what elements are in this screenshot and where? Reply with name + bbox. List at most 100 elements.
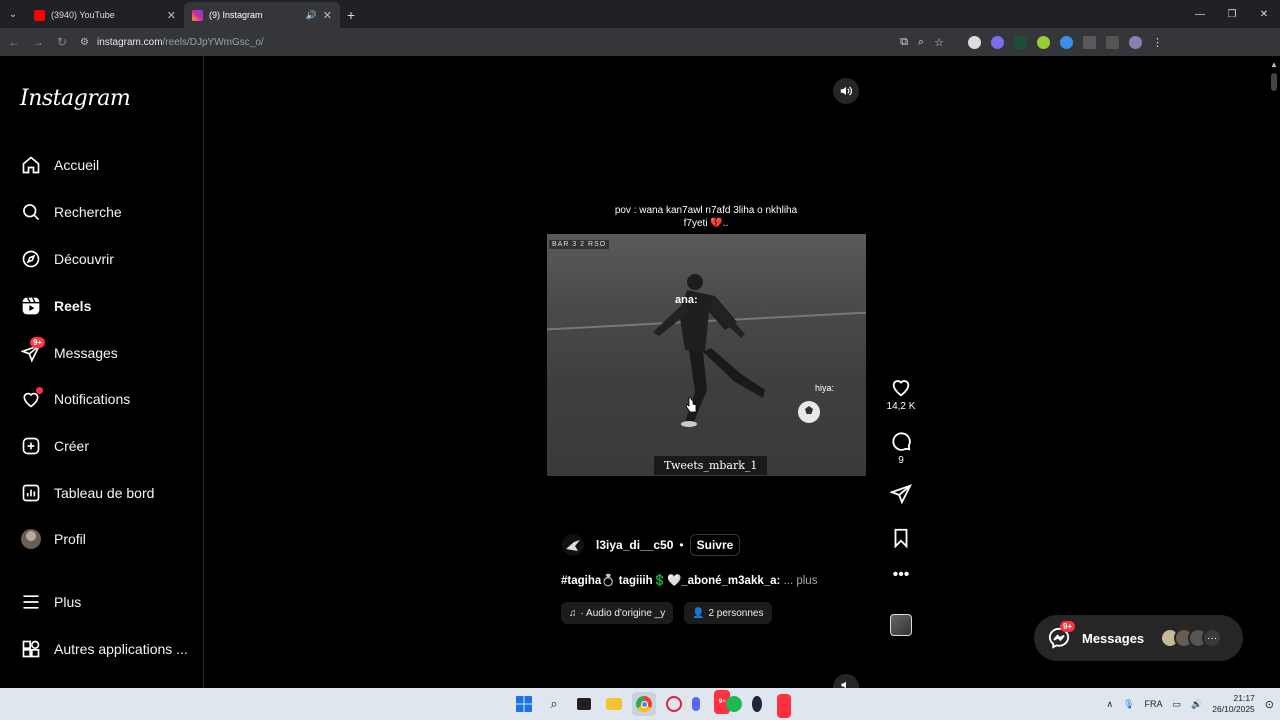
profile-avatar[interactable] bbox=[1129, 35, 1142, 49]
sidebar-item-messages[interactable]: 9+ Messages bbox=[20, 337, 118, 368]
reel-author: l3iya_di__c50 • Suivre bbox=[562, 532, 741, 558]
chrome-icon[interactable] bbox=[632, 692, 656, 716]
music-note-icon: ♫ bbox=[569, 607, 577, 619]
sidebar-item-tableau-de-bord[interactable]: Tableau de bord bbox=[20, 478, 154, 508]
share-button[interactable] bbox=[884, 483, 918, 505]
extension-icon[interactable] bbox=[1060, 35, 1073, 49]
more-options-icon[interactable]: ••• bbox=[884, 567, 918, 583]
tab-audio-icon[interactable]: 🔊 bbox=[306, 10, 317, 21]
caption-line: pov : wana kan7awl n7afd 3liha o nkhliha bbox=[614, 205, 798, 216]
tagged-people-chip[interactable]: 👤 2 personnes bbox=[684, 602, 772, 624]
comment-button[interactable]: 9 bbox=[884, 430, 918, 466]
reading-list-icon[interactable] bbox=[1106, 35, 1119, 49]
sidebar-item-label: Découvrir bbox=[54, 251, 114, 267]
browser-menu-icon[interactable]: ⋮ bbox=[1152, 36, 1163, 49]
tab-search-chevron-icon[interactable]: ⌄ bbox=[0, 0, 26, 28]
extension-icon[interactable] bbox=[991, 35, 1004, 49]
reload-icon[interactable]: ↻ bbox=[50, 30, 74, 54]
extensions-puzzle-icon[interactable] bbox=[1083, 35, 1096, 49]
clock[interactable]: 21:17 26/10/2025 bbox=[1212, 693, 1255, 715]
discord-icon[interactable]: 9+ bbox=[692, 690, 730, 716]
notification-center-icon[interactable]: ⊙ bbox=[1265, 698, 1274, 711]
file-explorer-icon[interactable] bbox=[602, 692, 626, 716]
football-player-figure bbox=[653, 274, 765, 427]
sidebar-item-decouvrir[interactable]: Découvrir bbox=[20, 244, 114, 274]
plus-square-icon bbox=[20, 435, 42, 457]
like-button[interactable]: 14,2 K bbox=[884, 376, 918, 412]
sidebar-item-label: Recherche bbox=[54, 204, 122, 220]
tab-instagram[interactable]: (9) Instagram 🔊 ✕ bbox=[184, 2, 340, 28]
sidebar-item-creer[interactable]: Créer bbox=[20, 431, 89, 461]
bookmark-star-icon[interactable]: ☆ bbox=[934, 36, 944, 49]
extension-icon[interactable] bbox=[1037, 35, 1050, 49]
instagram-sidebar: Instagram Accueil Recherche Découvrir Re… bbox=[0, 56, 204, 688]
close-window-icon[interactable]: ✕ bbox=[1248, 0, 1280, 28]
page-scrollbar[interactable]: ▲ bbox=[1268, 56, 1280, 688]
close-tab-icon[interactable]: ✕ bbox=[167, 9, 176, 22]
url-input[interactable]: ⚙ instagram.com/reels/DJpYWmGsc_o/ ⧉ ⌕ ☆ bbox=[80, 31, 950, 53]
clock-date: 26/10/2025 bbox=[1212, 704, 1255, 714]
sidebar-item-plus[interactable]: Plus bbox=[20, 587, 81, 617]
windows-start-icon[interactable] bbox=[512, 692, 536, 716]
save-button[interactable] bbox=[884, 527, 918, 549]
restore-icon[interactable]: ❐ bbox=[1216, 0, 1248, 28]
more-link[interactable]: ... plus bbox=[784, 575, 818, 587]
audio-chip[interactable]: ♫ · Audio d'origine _y bbox=[561, 602, 674, 624]
messages-badge: 9+ bbox=[1060, 621, 1076, 632]
sidebar-item-recherche[interactable]: Recherche bbox=[20, 197, 122, 227]
site-info-icon[interactable]: ⚙ bbox=[80, 37, 89, 48]
extension-icon[interactable] bbox=[1014, 35, 1027, 49]
browser-tab-bar: ⌄ (3940) YouTube ✕ (9) Instagram 🔊 ✕ + —… bbox=[0, 0, 1280, 28]
author-avatar[interactable] bbox=[562, 534, 584, 556]
url-path: /reels/DJpYWmGsc_o/ bbox=[162, 36, 264, 48]
close-tab-icon[interactable]: ✕ bbox=[323, 9, 332, 22]
unmute-button[interactable] bbox=[833, 78, 859, 104]
app-icon-red[interactable] bbox=[662, 692, 686, 716]
reels-icon bbox=[20, 295, 42, 317]
sidebar-item-profil[interactable]: Profil bbox=[20, 524, 86, 554]
reel-video[interactable]: BAR 3 2 RSO ana: hiya: Tweets_mbark_1 bbox=[547, 234, 866, 476]
sidebar-item-label: Accueil bbox=[54, 157, 100, 173]
audio-label: · Audio d'origine _y bbox=[580, 607, 666, 619]
sidebar-item-label: Notifications bbox=[54, 391, 131, 407]
follow-button[interactable]: Suivre bbox=[689, 534, 741, 556]
next-reel-unmute-button[interactable] bbox=[833, 674, 859, 688]
minimize-icon[interactable]: — bbox=[1184, 0, 1216, 28]
sidebar-item-label: Messages bbox=[54, 345, 118, 361]
instagram-logo[interactable]: Instagram bbox=[20, 86, 131, 111]
show-hidden-icons-chevron[interactable]: ∧ bbox=[1106, 699, 1113, 710]
tab-youtube[interactable]: (3940) YouTube ✕ bbox=[26, 2, 184, 28]
caption-line: f7yeti 💔.. bbox=[683, 218, 729, 229]
taskbar-search-icon[interactable]: ⌕ bbox=[542, 692, 566, 716]
steam-icon[interactable] bbox=[752, 692, 791, 718]
sidebar-item-reels[interactable]: Reels bbox=[20, 291, 91, 321]
audio-thumbnail[interactable] bbox=[890, 614, 912, 636]
apps-icon bbox=[20, 638, 42, 660]
overlay-text-hiya: hiya: bbox=[815, 383, 835, 393]
task-view-icon[interactable] bbox=[572, 692, 596, 716]
sidebar-item-autres-applications[interactable]: Autres applications ... bbox=[20, 634, 188, 664]
football-ball bbox=[798, 401, 820, 423]
scroll-up-icon[interactable]: ▲ bbox=[1268, 60, 1280, 69]
video-watermark: Tweets_mbark_1 bbox=[654, 456, 768, 475]
spotify-icon[interactable] bbox=[722, 692, 746, 716]
sidebar-item-notifications[interactable]: Notifications bbox=[20, 384, 130, 414]
forward-icon[interactable]: → bbox=[26, 30, 50, 54]
back-icon[interactable]: ← bbox=[2, 30, 26, 54]
network-icon[interactable]: ▭ bbox=[1173, 699, 1182, 710]
sidebar-item-accueil[interactable]: Accueil bbox=[20, 150, 99, 180]
author-username[interactable]: l3iya_di__c50 bbox=[596, 538, 673, 552]
volume-icon[interactable]: 🔊 bbox=[1191, 699, 1202, 710]
new-tab-button[interactable]: + bbox=[340, 2, 362, 28]
scroll-thumb[interactable] bbox=[1271, 73, 1277, 91]
zoom-icon[interactable]: ⌕ bbox=[918, 36, 924, 49]
extension-icon[interactable] bbox=[968, 35, 981, 49]
messages-floating-button[interactable]: 9+ Messages ··· bbox=[1034, 615, 1243, 661]
microphone-icon[interactable]: 🎙 bbox=[1123, 699, 1134, 710]
comment-count: 9 bbox=[898, 455, 904, 466]
description-text: #tagiha💍 tagiiih💲🤍_aboné_m3akk_a: bbox=[561, 575, 781, 587]
clock-time: 21:17 bbox=[1233, 693, 1255, 703]
extensions-bar: ⋮ bbox=[968, 35, 1163, 49]
install-app-icon[interactable]: ⧉ bbox=[900, 36, 908, 49]
language-indicator[interactable]: FRA bbox=[1145, 699, 1163, 709]
